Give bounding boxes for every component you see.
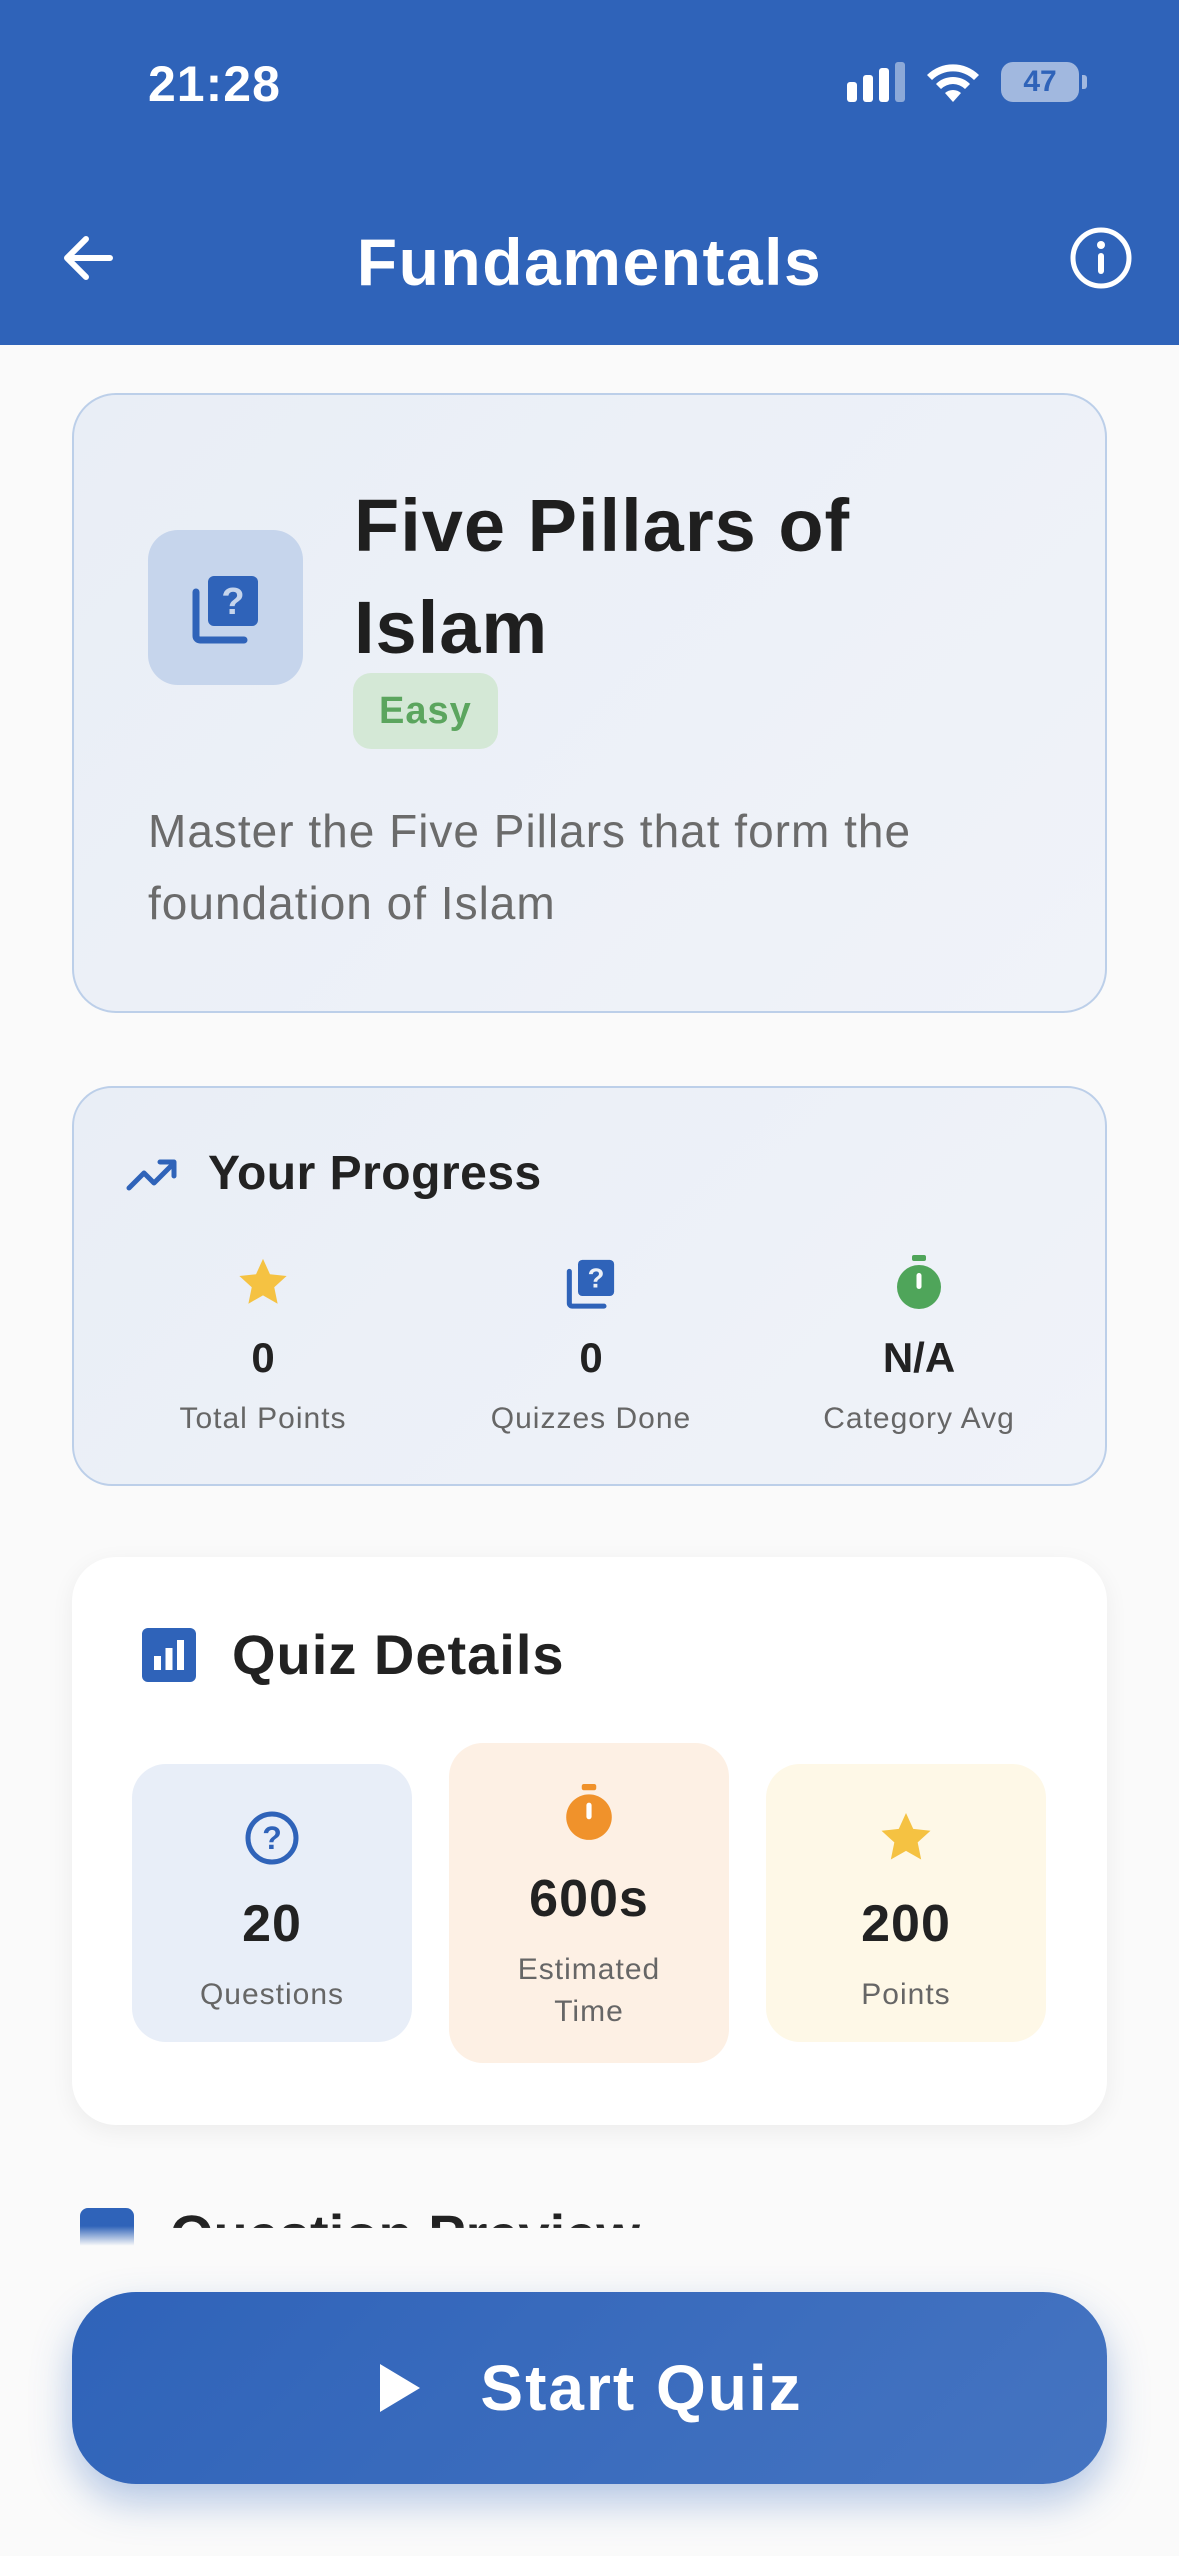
progress-title: Your Progress: [208, 1147, 542, 1200]
quiz-title-line-1: Five Pillars of: [354, 484, 851, 567]
details-title: Quiz Details: [232, 1623, 565, 1686]
question-icon: ?: [245, 1811, 299, 1865]
tile-estimated-time: 600s Estimated Time: [449, 1743, 729, 2063]
progress-card: Your Progress 0 Total Points ? 0 Quizzes…: [72, 1086, 1107, 1486]
quiz-title-line-2: Islam: [354, 586, 549, 669]
stat-category-avg: N/A Category Avg: [754, 1253, 1084, 1437]
tile-questions: ? 20 Questions: [132, 1764, 412, 2042]
stat-label: Total Points: [179, 1402, 347, 1435]
tile-label: Questions: [199, 1978, 345, 2011]
info-icon: [1070, 227, 1132, 289]
quiz-info-card: ? Five Pillars of Islam Easy Master the …: [72, 393, 1107, 1013]
tile-value: 200: [861, 1895, 951, 1953]
tile-label-line-2: Time: [554, 1995, 624, 2028]
trending-up-icon: [126, 1159, 177, 1190]
timer-icon: [897, 1255, 941, 1309]
quiz-description-line-2: foundation of Islam: [148, 877, 556, 929]
info-button[interactable]: [1065, 222, 1137, 294]
tile-label: Points: [861, 1978, 951, 2011]
quiz-description: Master the Five Pillars that form the fo…: [148, 795, 1048, 939]
details-header: Quiz Details: [142, 1622, 565, 1687]
stat-total-points: 0 Total Points: [98, 1253, 428, 1437]
bar-chart-icon: [142, 1627, 196, 1682]
star-icon: [239, 1258, 287, 1304]
tile-value: 20: [242, 1895, 302, 1953]
play-icon: [380, 2364, 421, 2412]
next-section-title: Question Preview: [170, 2200, 640, 2228]
tile-value: 600s: [529, 1870, 649, 1928]
timer-icon: [566, 1784, 612, 1840]
cellular-signal-icon: [847, 62, 905, 102]
quiz-title: Five Pillars of Islam: [354, 475, 1054, 679]
status-time: 21:28: [148, 56, 281, 112]
start-quiz-button[interactable]: Start Quiz: [72, 2292, 1107, 2484]
stat-label: Quizzes Done: [490, 1402, 692, 1435]
page-title: Fundamentals: [356, 225, 823, 299]
svg-text:?: ?: [221, 581, 244, 623]
difficulty-badge: Easy: [353, 673, 498, 749]
svg-text:?: ?: [588, 1262, 605, 1293]
quiz-icon-box: ?: [148, 530, 303, 685]
status-icons: 47: [847, 62, 1087, 102]
quiz-description-line-1: Master the Five Pillars that form the: [148, 805, 912, 857]
battery-indicator: 47: [1001, 62, 1087, 102]
quiz-icon: ?: [566, 1259, 615, 1309]
battery-level: 47: [1023, 65, 1057, 98]
stat-value: N/A: [882, 1334, 956, 1381]
start-quiz-label: Start Quiz: [480, 2352, 803, 2424]
stat-label: Category Avg: [823, 1402, 1015, 1435]
progress-header: Your Progress: [126, 1146, 542, 1201]
star-icon: [881, 1813, 931, 1860]
quiz-details-card: Quiz Details ? 20 Questions 600s Estimat…: [72, 1557, 1107, 2125]
tile-label: Estimated Time: [449, 1949, 729, 2033]
tile-label-line-1: Estimated: [517, 1953, 661, 1986]
stat-quizzes-done: ? 0 Quizzes Done: [426, 1253, 756, 1437]
stat-value: 0: [251, 1334, 275, 1381]
app-header: 21:28 47 Fundamentals: [0, 0, 1179, 345]
tile-points: 200 Points: [766, 1764, 1046, 2042]
wifi-icon: [927, 64, 979, 102]
svg-text:?: ?: [262, 1820, 282, 1856]
stat-value: 0: [579, 1334, 603, 1381]
quiz-icon: ?: [192, 575, 258, 643]
